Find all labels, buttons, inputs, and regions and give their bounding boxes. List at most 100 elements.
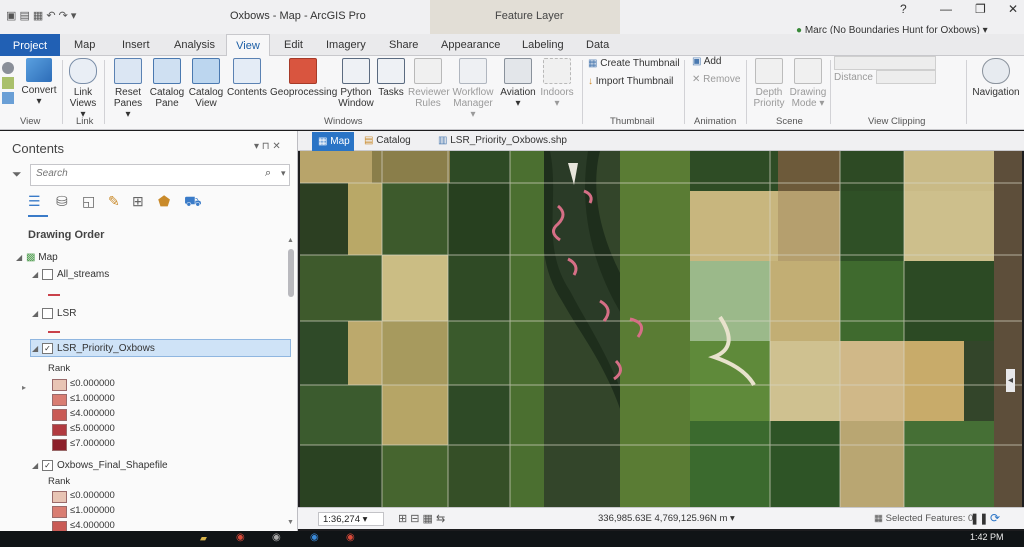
import-thumbnail-button[interactable]: ↓ Import Thumbnail	[588, 76, 673, 87]
scale-selector[interactable]: 1:36,274 ▾	[318, 512, 384, 526]
all-streams-checkbox[interactable]	[42, 269, 53, 280]
animation-remove-button[interactable]: ✕ Remove	[692, 74, 740, 85]
pane-options-icon[interactable]: ▾ ⊓ ✕	[254, 141, 281, 152]
charts-icon[interactable]: ⛟	[184, 193, 202, 212]
map-tab-icon: ▦	[318, 136, 328, 147]
lsr-checkbox[interactable]	[42, 308, 53, 319]
search-dropdown-icon[interactable]: ▾	[281, 168, 286, 179]
tab-map-view[interactable]: ▦ Map ✕	[312, 132, 354, 166]
aviation-button[interactable]: Aviation ▾	[498, 58, 538, 109]
workflow-manager-icon	[459, 58, 487, 84]
tab-shapefile-table[interactable]: ▥ LSR_Priority_Oxbows.shp	[438, 135, 567, 146]
catalog-pane-button[interactable]: Catalog Pane	[148, 58, 186, 109]
drawing-order-heading: Drawing Order	[28, 229, 105, 241]
selection-icon[interactable]: ◱	[82, 193, 95, 210]
catalog-view-button[interactable]: Catalog View	[188, 58, 224, 109]
distance-input[interactable]	[876, 70, 936, 84]
oxbows-class-label: ≤0.000000	[70, 490, 115, 501]
lsr-priority-swatch[interactable]	[52, 439, 67, 451]
tasks-button[interactable]: Tasks	[376, 58, 406, 98]
geoprocessing-button[interactable]: Geoprocessing	[270, 58, 337, 98]
depth-priority-button[interactable]: Depth Priority	[750, 58, 788, 109]
ribbon: Convert ▾ View Link Views ▾ Link Reset P…	[0, 56, 1024, 130]
workflow-manager-button[interactable]: Workflow Manager ▾	[450, 58, 496, 120]
navigation-button[interactable]: Navigation	[970, 58, 1022, 98]
python-window-button[interactable]: Python Window	[338, 58, 374, 109]
tab-insert[interactable]: Insert	[122, 39, 150, 51]
tab-imagery[interactable]: Imagery	[326, 39, 366, 51]
data-source-icon[interactable]: ⛁	[56, 193, 68, 210]
lsr-priority-class-label: ≤0.000000	[70, 378, 115, 389]
layer-lsr-priority-oxbows[interactable]: ◢ ✓ LSR_Priority_Oxbows	[32, 343, 155, 354]
scroll-down-icon[interactable]: ▼	[287, 519, 294, 526]
pause-drawing-button[interactable]: ❚❚	[970, 512, 988, 525]
chrome-icon[interactable]: ◉	[236, 532, 245, 543]
oxbows-final-checkbox[interactable]: ✓	[42, 460, 53, 471]
tab-analysis[interactable]: Analysis	[174, 39, 215, 51]
tab-catalog-view[interactable]: ▤ Catalog	[364, 135, 411, 146]
lsr-priority-swatch[interactable]	[52, 394, 67, 406]
tab-labeling[interactable]: Labeling	[522, 39, 564, 51]
drawing-mode-button[interactable]: Drawing Mode ▾	[788, 58, 828, 109]
table-tab-icon: ▥	[438, 135, 448, 146]
restore-button[interactable]: ❐	[975, 2, 986, 16]
drawing-order-icon[interactable]: ☰	[28, 193, 41, 210]
title-bar: ▣ ▤ ▦ ↶ ↷ ▾ Oxbows - Map - ArcGIS Pro Fe…	[0, 0, 1024, 36]
selection-icon-status: ▦	[874, 513, 883, 524]
lsr-priority-swatch[interactable]	[52, 409, 67, 421]
close-window-button[interactable]: ✕	[1008, 2, 1018, 16]
reviewer-rules-button[interactable]: Reviewer Rules	[408, 58, 450, 109]
map-view[interactable]: ◂	[300, 151, 1022, 507]
clipping-dropdown[interactable]	[834, 56, 936, 70]
search-input[interactable]	[31, 165, 261, 182]
oxbows-swatch[interactable]	[52, 491, 67, 503]
layer-all-streams[interactable]: ◢ All_streams	[32, 269, 109, 280]
browser-icon[interactable]: ◉	[346, 532, 355, 543]
arcgis-icon[interactable]: ◉	[310, 532, 319, 543]
tab-share[interactable]: Share	[389, 39, 418, 51]
lsr-priority-swatch[interactable]	[52, 424, 67, 436]
scroll-up-icon[interactable]: ▲	[287, 237, 294, 244]
convert-button[interactable]: Convert ▾	[20, 58, 58, 107]
oxbows-swatch[interactable]	[52, 506, 67, 518]
contents-pane: Contents ▾ ⊓ ✕ ⏷ ⌕ ▾ ☰ ⛁ ◱ ✎ ⊞ ⬟ ⛟ Drawi…	[0, 131, 298, 533]
refresh-icon[interactable]: ⟳	[990, 511, 1000, 525]
app-icon[interactable]: ◉	[272, 532, 281, 543]
lsr-priority-checkbox[interactable]: ✓	[42, 343, 53, 354]
tab-view[interactable]: View	[226, 34, 270, 58]
animation-add-button[interactable]: ▣ Add	[692, 56, 721, 67]
reset-panes-button[interactable]: Reset Panes ▾	[110, 58, 146, 120]
file-explorer-icon[interactable]: ▰	[200, 533, 207, 544]
create-thumbnail-button[interactable]: ▦ Create Thumbnail	[588, 58, 680, 69]
snapping-icon[interactable]: ⊞	[132, 193, 144, 210]
tab-edit[interactable]: Edit	[284, 39, 303, 51]
tab-data[interactable]: Data	[586, 39, 609, 51]
layer-oxbows-final-shapefile[interactable]: ◢ ✓ Oxbows_Final_Shapefile	[32, 460, 168, 471]
contents-button[interactable]: Contents	[226, 58, 268, 98]
pane-collapse-icon[interactable]: ▸	[22, 383, 26, 392]
lsr-priority-swatch[interactable]	[52, 379, 67, 391]
help-button[interactable]: ?	[900, 2, 907, 16]
map-side-expander-icon[interactable]: ◂	[1006, 369, 1016, 392]
tab-project[interactable]: Project	[0, 34, 60, 56]
quick-access-icon[interactable]: ▣ ▤ ▦ ↶ ↷ ▾	[6, 9, 76, 22]
tasks-icon	[377, 58, 405, 84]
depth-priority-icon	[755, 58, 783, 84]
layer-map[interactable]: ◢ ▩ Map	[16, 252, 58, 263]
map-tools-icons[interactable]: ⊞ ⊟ ▦ ⇆	[398, 512, 445, 525]
minimize-button[interactable]: —	[940, 2, 952, 16]
small-view-icons[interactable]	[2, 62, 18, 104]
editing-icon[interactable]: ✎	[108, 193, 120, 210]
filter-icon[interactable]: ⏷	[12, 167, 22, 182]
tab-map[interactable]: Map	[74, 39, 95, 51]
lsr-priority-class-label: ≤5.000000	[70, 423, 115, 434]
contents-icon	[233, 58, 261, 84]
tab-appearance[interactable]: Appearance	[441, 39, 500, 51]
indoors-button[interactable]: Indoors ▾	[538, 58, 576, 109]
contents-scrollbar[interactable]	[288, 249, 294, 297]
python-window-icon	[342, 58, 370, 84]
search-icon[interactable]: ⌕	[265, 167, 271, 180]
link-views-button[interactable]: Link Views ▾	[66, 58, 100, 120]
layer-lsr[interactable]: ◢ LSR	[32, 308, 76, 319]
labeling-icon[interactable]: ⬟	[158, 193, 170, 210]
